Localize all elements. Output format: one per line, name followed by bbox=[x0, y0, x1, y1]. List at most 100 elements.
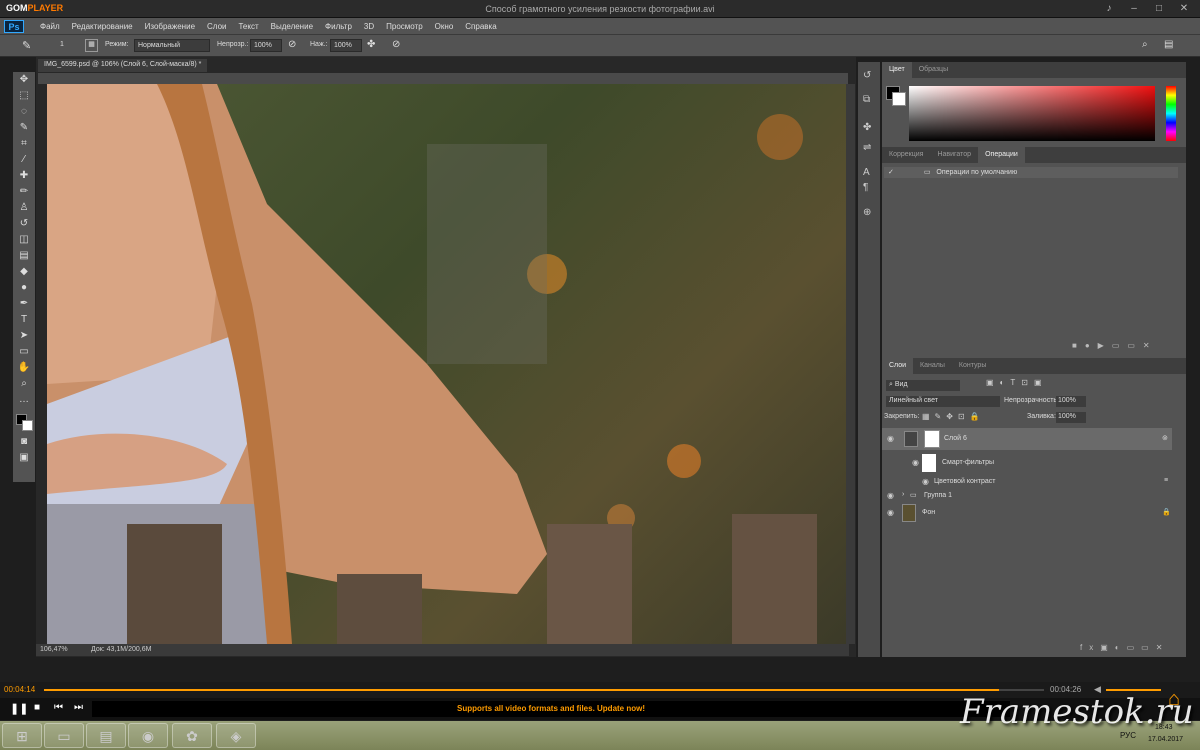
menu-window[interactable]: Окно bbox=[435, 22, 454, 31]
photo-canvas[interactable] bbox=[47, 84, 846, 644]
eraser-tool-icon[interactable]: ◫ bbox=[13, 232, 35, 248]
taskbar-folder-icon[interactable]: ▤ bbox=[86, 723, 126, 748]
promo-banner[interactable]: Supports all video formats and files. Up… bbox=[92, 701, 1010, 717]
path-select-icon[interactable]: ➤ bbox=[13, 328, 35, 344]
type-tool-icon[interactable]: T bbox=[13, 312, 35, 328]
visibility-eye-icon[interactable]: ◉ bbox=[887, 434, 894, 443]
filter-options-icon[interactable]: ≡ bbox=[1164, 477, 1168, 484]
brush-size[interactable]: 1 bbox=[60, 41, 64, 48]
action-set-row[interactable]: ✓ ▭ Операции по умолчанию bbox=[884, 167, 1178, 178]
stop-button[interactable]: ■ bbox=[34, 702, 40, 713]
pressure-opacity-icon[interactable]: ⊘ bbox=[288, 39, 296, 50]
layer-row[interactable]: ◉ Фон 🔒 bbox=[882, 502, 1172, 524]
visibility-eye-icon[interactable]: ◉ bbox=[887, 491, 894, 500]
menu-image[interactable]: Изображение bbox=[145, 22, 195, 31]
minimize-button[interactable]: – bbox=[1125, 2, 1143, 16]
clone-source-icon[interactable]: ⊕ bbox=[863, 207, 871, 218]
more-tools-icon[interactable]: … bbox=[13, 392, 35, 408]
close-button[interactable]: ✕ bbox=[1175, 2, 1193, 16]
dodge-tool-icon[interactable]: ● bbox=[13, 280, 35, 296]
history-panel-icon[interactable]: ↺ bbox=[863, 70, 871, 81]
seek-track[interactable] bbox=[44, 689, 1044, 691]
layer-filter-icons[interactable]: ▣◐T⊡▣ bbox=[986, 378, 1048, 387]
tab-adjustments[interactable]: Коррекция bbox=[882, 147, 930, 163]
brush-panel-icon[interactable]: ▦ bbox=[85, 39, 98, 52]
brush-presets-icon[interactable]: ✤ bbox=[863, 122, 871, 133]
history-brush-icon[interactable]: ↺ bbox=[13, 216, 35, 232]
tab-color[interactable]: Цвет bbox=[882, 62, 912, 78]
taskbar-media-icon[interactable]: ✿ bbox=[172, 723, 212, 748]
visibility-eye-icon[interactable]: ◉ bbox=[887, 508, 894, 517]
document-tab[interactable]: IMG_6599.psd @ 106% (Слой 6, Слой-маска/… bbox=[38, 59, 208, 72]
hue-slider[interactable] bbox=[1166, 86, 1176, 141]
layer-controls[interactable]: fx▣◐▭▭✕ bbox=[1080, 643, 1169, 652]
adjust-icon[interactable]: ⇌ bbox=[863, 142, 871, 153]
start-button[interactable]: ⊞ bbox=[2, 723, 42, 748]
brush-tool-icon[interactable]: ✎ bbox=[22, 39, 31, 52]
zoom-tool-icon[interactable]: ⌕ bbox=[13, 376, 35, 392]
character-icon[interactable]: A bbox=[863, 167, 870, 178]
workspace-icon[interactable]: ▤ bbox=[1164, 39, 1173, 50]
move-tool-icon[interactable]: ✥ bbox=[13, 72, 35, 88]
paragraph-icon[interactable]: ¶ bbox=[863, 182, 868, 193]
menu-layers[interactable]: Слои bbox=[207, 22, 226, 31]
maximize-button[interactable]: □ bbox=[1150, 2, 1168, 16]
clock-date[interactable]: 17.04.2017 bbox=[1148, 736, 1183, 743]
previous-button[interactable]: ⏮ bbox=[54, 702, 63, 713]
language-indicator[interactable]: РУС bbox=[1120, 731, 1136, 740]
search-icon[interactable]: ⌕ bbox=[1142, 39, 1148, 50]
opacity-input[interactable]: 100% bbox=[250, 39, 282, 52]
menu-filter[interactable]: Фильтр bbox=[325, 22, 352, 31]
menu-file[interactable]: Файл bbox=[40, 22, 60, 31]
volume-icon[interactable]: ♪ bbox=[1100, 2, 1118, 16]
background-color[interactable] bbox=[892, 92, 906, 106]
lock-icons[interactable]: ▦✎✥⊡🔒 bbox=[922, 412, 985, 421]
pressure-size-icon[interactable]: ⊘ bbox=[392, 39, 400, 50]
menu-edit[interactable]: Редактирование bbox=[72, 22, 133, 31]
tab-navigator[interactable]: Навигатор bbox=[930, 147, 978, 163]
tab-paths[interactable]: Контуры bbox=[952, 358, 993, 374]
healing-tool-icon[interactable]: ✚ bbox=[13, 168, 35, 184]
gradient-tool-icon[interactable]: ▤ bbox=[13, 248, 35, 264]
check-icon[interactable]: ✓ bbox=[888, 169, 894, 176]
taskbar-firefox-icon[interactable]: ◉ bbox=[128, 723, 168, 748]
crop-tool-icon[interactable]: ⌗ bbox=[13, 136, 35, 152]
lasso-tool-icon[interactable]: ◌ bbox=[13, 104, 35, 120]
visibility-eye-icon[interactable]: ◉ bbox=[912, 458, 919, 467]
blend-mode-select[interactable]: Линейный свет bbox=[886, 396, 1000, 407]
layer-filter-select[interactable]: ⌕ Вид bbox=[886, 380, 960, 391]
menu-select[interactable]: Выделение bbox=[271, 22, 313, 31]
brush-tool-icon[interactable]: ✏ bbox=[13, 184, 35, 200]
fill-input[interactable]: 100% bbox=[1056, 412, 1086, 423]
volume-slider[interactable] bbox=[1106, 689, 1161, 691]
menu-view[interactable]: Просмотр bbox=[386, 22, 423, 31]
pause-button[interactable]: ❚❚ bbox=[10, 702, 28, 715]
screen-mode-icon[interactable]: ▣ bbox=[13, 450, 35, 466]
layer-comps-icon[interactable]: ⧉ bbox=[863, 94, 870, 105]
tab-channels[interactable]: Каналы bbox=[913, 358, 952, 374]
layer-opacity-input[interactable]: 100% bbox=[1056, 396, 1086, 407]
action-controls[interactable]: ■●▶▭▭✕ bbox=[1072, 341, 1158, 350]
taskbar-explorer-icon[interactable]: ▭ bbox=[44, 723, 84, 748]
flow-input[interactable]: 100% bbox=[330, 39, 362, 52]
mode-select[interactable]: Нормальный bbox=[134, 39, 210, 52]
menu-3d[interactable]: 3D bbox=[364, 22, 374, 31]
stamp-tool-icon[interactable]: ♙ bbox=[13, 200, 35, 216]
eyedropper-tool-icon[interactable]: ⁄ bbox=[13, 152, 35, 168]
color-field[interactable] bbox=[909, 86, 1155, 141]
taskbar-gom-icon[interactable]: ◈ bbox=[216, 723, 256, 748]
layer-row[interactable]: ◉ Слой 6 ⊚ bbox=[882, 428, 1172, 450]
tab-swatches[interactable]: Образцы bbox=[912, 62, 955, 78]
tab-layers[interactable]: Слои bbox=[882, 358, 914, 374]
marquee-tool-icon[interactable]: ⬚ bbox=[13, 88, 35, 104]
hand-tool-icon[interactable]: ✋ bbox=[13, 360, 35, 376]
chevron-right-icon[interactable]: › bbox=[902, 491, 904, 498]
quick-select-tool-icon[interactable]: ✎ bbox=[13, 120, 35, 136]
menu-text[interactable]: Текст bbox=[238, 22, 258, 31]
blur-tool-icon[interactable]: ◆ bbox=[13, 264, 35, 280]
tab-actions[interactable]: Операции bbox=[978, 147, 1025, 163]
vertical-scrollbar[interactable] bbox=[846, 84, 855, 644]
airbrush-icon[interactable]: ✤ bbox=[367, 39, 375, 50]
shape-tool-icon[interactable]: ▭ bbox=[13, 344, 35, 360]
pen-tool-icon[interactable]: ✒ bbox=[13, 296, 35, 312]
